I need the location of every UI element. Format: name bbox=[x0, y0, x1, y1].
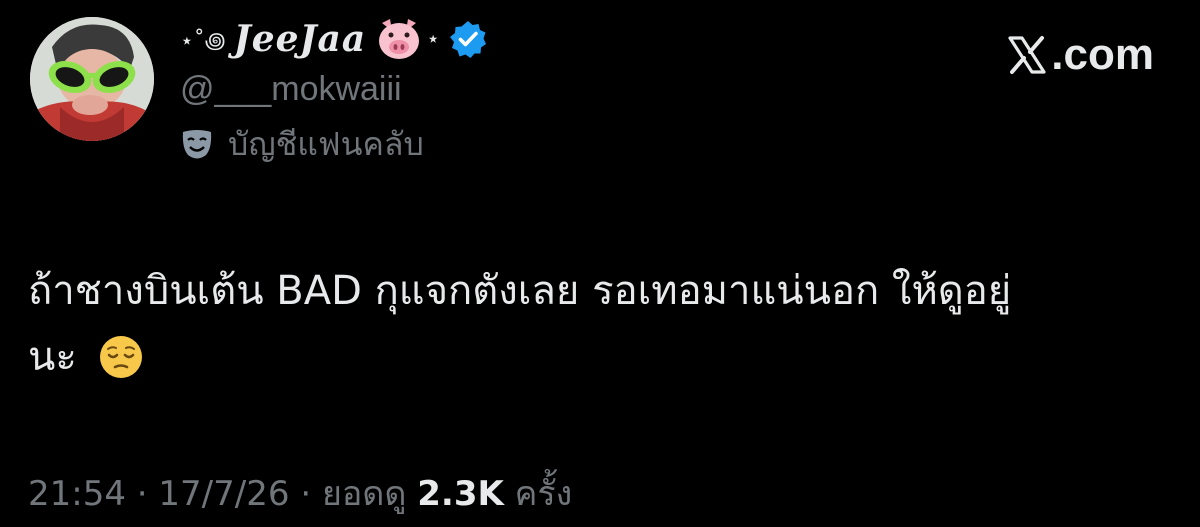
site-logo-text: .com bbox=[1051, 30, 1154, 79]
tweet-meta: 21:54 · 17/7/26 · ยอดดู 2.3K ครั้ง bbox=[28, 466, 572, 520]
meta-separator: · bbox=[300, 474, 312, 514]
x-logo-icon bbox=[1007, 35, 1047, 75]
tweet-time[interactable]: 21:54 bbox=[28, 474, 126, 514]
tweet-text: ถ้าชางบินเต้น BAD กุแจกตังเลย รอเทอมาแน่… bbox=[28, 258, 1178, 390]
views-suffix: ครั้ง bbox=[514, 474, 573, 514]
tweet-author-header: ⋆˚꩜ JeeJaa ⋆ @___mokwaiii บัญชีแฟนคลับ bbox=[180, 10, 488, 170]
pig-face-icon bbox=[376, 17, 422, 61]
pensive-face-icon bbox=[98, 334, 144, 380]
theater-mask-icon bbox=[180, 128, 214, 162]
site-logo: .com bbox=[1007, 30, 1154, 80]
display-name-row[interactable]: ⋆˚꩜ JeeJaa ⋆ bbox=[180, 10, 488, 68]
tweet-date[interactable]: 17/7/26 bbox=[158, 474, 289, 514]
display-name[interactable]: JeeJaa bbox=[234, 18, 367, 60]
display-name-suffix: ⋆ bbox=[426, 26, 440, 52]
tweet-text-line-1: ถ้าชางบินเต้น BAD กุแจกตังเลย รอเทอมาแน่… bbox=[28, 268, 1012, 314]
tweet-text-line-2-text: นะ bbox=[28, 334, 77, 380]
verified-badge-icon[interactable] bbox=[448, 19, 488, 59]
views-prefix: ยอดดู bbox=[321, 474, 407, 514]
meta-separator: · bbox=[136, 474, 148, 514]
avatar[interactable] bbox=[30, 17, 154, 141]
account-label-row: บัญชีแฟนคลับ bbox=[180, 119, 488, 170]
tweet-text-line-2: นะ bbox=[28, 324, 1178, 390]
user-handle[interactable]: @___mokwaiii bbox=[180, 70, 488, 109]
account-label: บัญชีแฟนคลับ bbox=[228, 125, 424, 163]
display-name-prefix: ⋆˚꩜ bbox=[180, 28, 226, 54]
views-count[interactable]: 2.3K bbox=[417, 474, 504, 514]
